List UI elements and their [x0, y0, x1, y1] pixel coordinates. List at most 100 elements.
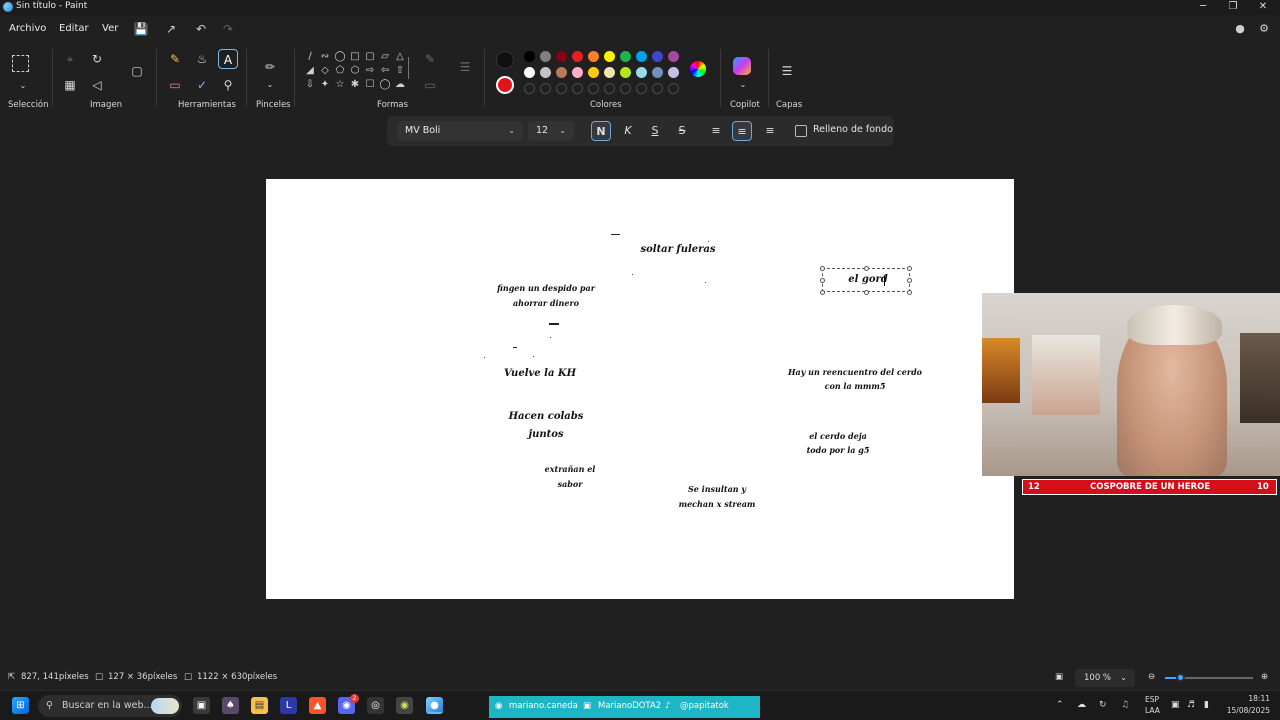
menu-archivo[interactable]: Archivo: [9, 23, 46, 34]
pentagon-shape-icon[interactable]: ⬠: [334, 65, 346, 77]
up-arrow-shape-icon[interactable]: ⇧: [394, 65, 406, 77]
account-icon[interactable]: ●: [1232, 21, 1248, 37]
resize-handle[interactable]: [864, 290, 869, 295]
rotate-icon[interactable]: ↻: [87, 49, 107, 69]
minimize-button[interactable]: ─: [1188, 0, 1218, 15]
underline-button[interactable]: S: [645, 121, 665, 141]
down-arrow-shape-icon[interactable]: ⇩: [304, 79, 316, 91]
right-triangle-shape-icon[interactable]: ◢: [304, 65, 316, 77]
selection-chevron-down-icon[interactable]: ⌄: [13, 76, 33, 96]
microphone-icon[interactable]: ♫: [1121, 700, 1129, 710]
color-swatch[interactable]: [540, 51, 551, 62]
custom-color-slot[interactable]: [540, 83, 551, 94]
settings-gear-icon[interactable]: ⚙: [1256, 21, 1272, 37]
align-right-icon[interactable]: ≡: [760, 121, 780, 141]
active-text-content[interactable]: el gord: [840, 274, 896, 285]
resize-icon[interactable]: ▦: [60, 75, 80, 95]
redo-icon[interactable]: ↷: [219, 20, 237, 38]
resize-handle[interactable]: [907, 266, 912, 271]
size-lines-icon[interactable]: ☰: [455, 57, 475, 77]
obs-icon[interactable]: ◎: [367, 697, 384, 714]
six-point-star-shape-icon[interactable]: ✱: [349, 79, 361, 91]
resize-handle[interactable]: [864, 266, 869, 271]
clock-time[interactable]: 18:11: [1226, 694, 1270, 703]
volume-icon[interactable]: ♬: [1187, 700, 1195, 710]
strikethrough-button[interactable]: S: [672, 121, 692, 141]
cloud-icon[interactable]: ☁: [1077, 700, 1086, 710]
copilot-icon[interactable]: [733, 57, 751, 75]
five-point-star-shape-icon[interactable]: ☆: [334, 79, 346, 91]
callout-oval-shape-icon[interactable]: ◯: [379, 79, 391, 91]
battery-icon[interactable]: ▮: [1204, 700, 1209, 710]
drawing-canvas[interactable]: soltar fuleras fingen un despido par aho…: [266, 179, 1014, 599]
layers-icon[interactable]: ☰: [777, 61, 797, 81]
resize-handle[interactable]: [907, 290, 912, 295]
chevron-up-icon[interactable]: ⌃: [1056, 700, 1064, 710]
rounded-rectangle-shape-icon[interactable]: ▢: [364, 51, 376, 63]
zoom-slider-thumb[interactable]: [1176, 673, 1185, 682]
zoom-out-icon[interactable]: ⊖: [1148, 672, 1155, 682]
app-icon[interactable]: ◉: [396, 697, 413, 714]
callout-cloud-shape-icon[interactable]: ☁: [394, 79, 406, 91]
color-swatch[interactable]: [556, 67, 567, 78]
color-swatch[interactable]: [588, 51, 599, 62]
color-swatch[interactable]: [572, 67, 583, 78]
edit-colors-icon[interactable]: [690, 61, 706, 77]
fill-icon[interactable]: ▭: [420, 75, 440, 95]
color-swatch[interactable]: [604, 67, 615, 78]
color-swatch[interactable]: [620, 67, 631, 78]
zoom-in-icon[interactable]: ⊕: [1261, 672, 1268, 682]
color-swatch[interactable]: [524, 51, 535, 62]
callout-rect-shape-icon[interactable]: ☐: [364, 79, 376, 91]
eraser-icon[interactable]: ▭: [165, 75, 185, 95]
color-swatch[interactable]: [636, 51, 647, 62]
fit-to-window-icon[interactable]: ▣: [1055, 672, 1063, 682]
bold-button[interactable]: N: [591, 121, 611, 141]
flip-icon[interactable]: ◁: [87, 75, 107, 95]
custom-color-slot[interactable]: [572, 83, 583, 94]
background-fill-checkbox[interactable]: [795, 125, 807, 137]
paint-taskbar-icon[interactable]: ●: [426, 697, 443, 714]
triangle-shape-icon[interactable]: △: [394, 51, 406, 63]
brush-chevron-down-icon[interactable]: ⌄: [260, 75, 280, 95]
task-view-icon[interactable]: ▣: [193, 697, 210, 714]
four-point-star-shape-icon[interactable]: ✦: [319, 79, 331, 91]
clock-date[interactable]: 15/08/2025: [1226, 706, 1270, 715]
custom-color-slot[interactable]: [556, 83, 567, 94]
close-button[interactable]: ✕: [1248, 0, 1278, 15]
primary-color-swatch[interactable]: [496, 51, 514, 69]
image-remove-background-icon[interactable]: ▢: [127, 61, 147, 81]
align-left-icon[interactable]: ≡: [706, 121, 726, 141]
color-swatch[interactable]: [572, 51, 583, 62]
file-explorer-icon[interactable]: ▤: [251, 697, 268, 714]
diamond-shape-icon[interactable]: ◇: [319, 65, 331, 77]
align-center-icon[interactable]: ≡: [732, 121, 752, 141]
custom-color-slot[interactable]: [524, 83, 535, 94]
color-swatch[interactable]: [636, 67, 647, 78]
selection-rect-icon[interactable]: [12, 55, 29, 72]
line-shape-icon[interactable]: ∕: [304, 51, 316, 63]
outline-icon[interactable]: ✎: [420, 49, 440, 69]
rectangle-shape-icon[interactable]: □: [349, 51, 361, 63]
windows-start-icon[interactable]: ⊞: [12, 697, 29, 714]
color-swatch[interactable]: [668, 51, 679, 62]
resize-handle[interactable]: [907, 278, 912, 283]
custom-color-slot[interactable]: [620, 83, 631, 94]
color-picker-icon[interactable]: ✓: [192, 75, 212, 95]
color-swatch[interactable]: [652, 51, 663, 62]
language-code[interactable]: ESP: [1145, 695, 1159, 704]
sync-icon[interactable]: ↻: [1099, 700, 1107, 710]
text-tool-icon[interactable]: A: [218, 49, 238, 69]
hexagon-shape-icon[interactable]: ⬡: [349, 65, 361, 77]
polygon-shape-icon[interactable]: ▱: [379, 51, 391, 63]
font-size-select[interactable]: 12 ⌄: [528, 121, 574, 141]
resize-handle[interactable]: [820, 290, 825, 295]
color-swatch[interactable]: [524, 67, 535, 78]
custom-color-slot[interactable]: [588, 83, 599, 94]
resize-handle[interactable]: [820, 266, 825, 271]
color-swatch[interactable]: [556, 51, 567, 62]
font-family-select[interactable]: MV Boli ⌄: [397, 121, 523, 141]
secondary-color-swatch[interactable]: [496, 76, 514, 94]
undo-icon[interactable]: ↶: [192, 20, 210, 38]
brave-browser-icon[interactable]: ▲: [309, 697, 326, 714]
